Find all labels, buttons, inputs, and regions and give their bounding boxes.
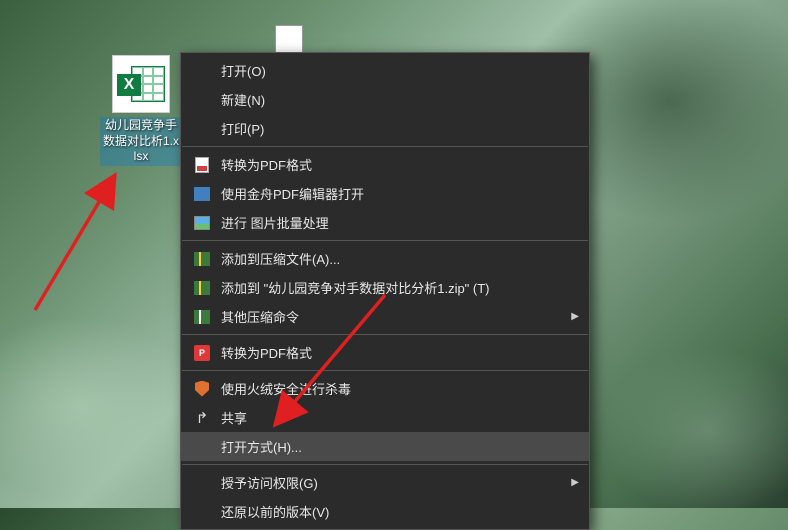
menu-label: 打印(P) bbox=[193, 119, 579, 138]
image-icon bbox=[193, 214, 211, 232]
menu-label: 授予访问权限(G) bbox=[193, 473, 571, 492]
share-icon: ↱ bbox=[193, 409, 211, 427]
desktop-file-excel[interactable]: X 幼儿园竞争手数据对比析1.xlsx bbox=[100, 55, 182, 166]
menu-item-print[interactable]: 打印(P) bbox=[181, 114, 589, 143]
menu-label: 其他压缩命令 bbox=[221, 307, 571, 326]
chevron-right-icon: ▶ bbox=[571, 311, 579, 322]
menu-item-restore-version[interactable]: 还原以前的版本(V) bbox=[181, 497, 589, 526]
menu-item-batch-image[interactable]: 进行 图片批量处理 bbox=[181, 208, 589, 237]
menu-separator bbox=[182, 370, 588, 371]
menu-label: 转换为PDF格式 bbox=[221, 155, 579, 174]
shield-icon bbox=[193, 380, 211, 398]
menu-label: 使用火绒安全进行杀毒 bbox=[221, 379, 579, 398]
menu-label: 还原以前的版本(V) bbox=[193, 502, 579, 521]
menu-item-new[interactable]: 新建(N) bbox=[181, 85, 589, 114]
archive-icon bbox=[193, 279, 211, 297]
menu-item-open-with[interactable]: 打开方式(H)... bbox=[181, 432, 589, 461]
menu-label: 转换为PDF格式 bbox=[221, 343, 579, 362]
menu-item-convert-pdf[interactable]: 转换为PDF格式 bbox=[181, 150, 589, 179]
menu-separator bbox=[182, 334, 588, 335]
menu-label: 打开方式(H)... bbox=[193, 437, 579, 456]
pdf-blue-icon bbox=[193, 185, 211, 203]
pdf-red-icon: P bbox=[193, 344, 211, 362]
menu-item-open-jinzhou-pdf[interactable]: 使用金舟PDF编辑器打开 bbox=[181, 179, 589, 208]
pdf-white-icon bbox=[193, 156, 211, 174]
archive-icon bbox=[193, 250, 211, 268]
excel-logo-x: X bbox=[117, 74, 141, 96]
menu-item-share[interactable]: ↱ 共享 bbox=[181, 403, 589, 432]
partial-desktop-icon[interactable] bbox=[275, 25, 303, 53]
excel-icon: X bbox=[112, 55, 170, 113]
menu-item-add-archive[interactable]: 添加到压缩文件(A)... bbox=[181, 244, 589, 273]
menu-label: 添加到 "幼儿园竞争对手数据对比分析1.zip" (T) bbox=[221, 278, 579, 297]
menu-item-huorong-scan[interactable]: 使用火绒安全进行杀毒 bbox=[181, 374, 589, 403]
menu-label: 打开(O) bbox=[193, 61, 579, 80]
menu-separator bbox=[182, 464, 588, 465]
menu-item-other-archive[interactable]: 其他压缩命令 ▶ bbox=[181, 302, 589, 331]
chevron-right-icon: ▶ bbox=[571, 477, 579, 488]
menu-label: 进行 图片批量处理 bbox=[221, 213, 579, 232]
menu-item-grant-access[interactable]: 授予访问权限(G) ▶ bbox=[181, 468, 589, 497]
menu-label: 使用金舟PDF编辑器打开 bbox=[221, 184, 579, 203]
menu-label: 新建(N) bbox=[193, 90, 579, 109]
desktop-file-label: 幼儿园竞争手数据对比析1.xlsx bbox=[100, 117, 182, 166]
menu-label: 添加到压缩文件(A)... bbox=[221, 249, 579, 268]
menu-item-add-archive-named[interactable]: 添加到 "幼儿园竞争对手数据对比分析1.zip" (T) bbox=[181, 273, 589, 302]
menu-separator bbox=[182, 146, 588, 147]
archive-icon bbox=[193, 308, 211, 326]
menu-label: 共享 bbox=[221, 408, 579, 427]
menu-item-convert-pdf-2[interactable]: P 转换为PDF格式 bbox=[181, 338, 589, 367]
context-menu: 打开(O) 新建(N) 打印(P) 转换为PDF格式 使用金舟PDF编辑器打开 … bbox=[180, 52, 590, 530]
menu-item-open[interactable]: 打开(O) bbox=[181, 56, 589, 85]
menu-separator bbox=[182, 240, 588, 241]
